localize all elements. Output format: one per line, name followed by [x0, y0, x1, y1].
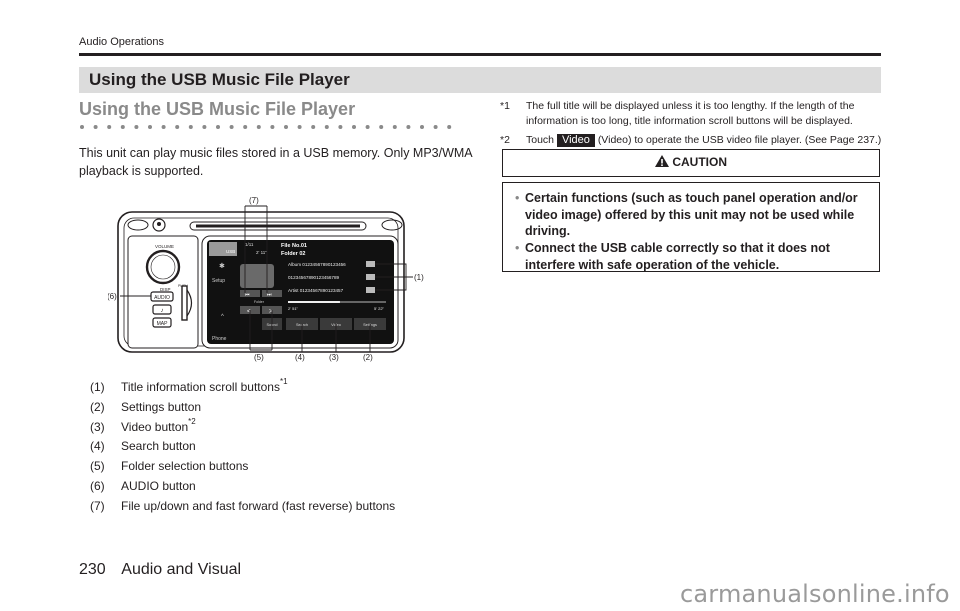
section-title-bar: Using the USB Music File Player	[79, 67, 881, 93]
svg-text:1/11: 1/11	[245, 242, 254, 247]
volume-label: VOLUME	[155, 244, 174, 249]
svg-text:DISP: DISP	[160, 287, 171, 292]
head-unit-illustration: VOLUME PUSH DISP AUDIO ♪ MAP USB ✱ Setup…	[108, 196, 424, 362]
divider-dot	[270, 125, 275, 129]
footer-section: Audio and Visual	[121, 561, 242, 578]
svg-text:⏭: ⏭	[267, 292, 272, 298]
svg-text:MAP: MAP	[157, 321, 169, 327]
svg-text:File No.01: File No.01	[281, 243, 307, 249]
bullet-icon: •	[515, 241, 520, 256]
running-head: Audio Operations	[79, 36, 164, 48]
svg-text:2' 51": 2' 51"	[288, 306, 299, 311]
source-usb-label: USB	[226, 249, 235, 254]
divider-dot	[148, 125, 152, 129]
video-chip: Video	[556, 134, 595, 147]
caution-box: • Certain functions (such as touch panel …	[502, 182, 880, 272]
svg-text:01234567890123456789: 01234567890123456789	[288, 275, 340, 280]
divider-dot	[284, 125, 288, 129]
caution-item: • Certain functions (such as touch panel …	[515, 191, 858, 239]
callout-3: (3)	[329, 353, 339, 362]
divider-dot	[188, 125, 193, 129]
callout-7: (7)	[249, 196, 259, 205]
divider-dot	[352, 125, 356, 129]
divider-dot	[379, 125, 384, 129]
svg-text:Folder 02: Folder 02	[281, 251, 305, 257]
divider-dot	[216, 125, 220, 129]
sd-slot	[181, 285, 188, 321]
divider-dot	[324, 125, 329, 129]
bluetooth-icon: ✱	[219, 262, 225, 270]
divider-dot	[202, 125, 207, 129]
svg-text:♪: ♪	[161, 308, 164, 314]
progress-fill	[288, 301, 340, 303]
scroll-title-button	[366, 274, 375, 280]
caution-item: • Connect the USB cable correctly so that…	[515, 241, 830, 272]
divider-dot	[161, 125, 166, 129]
svg-text:2' 11": 2' 11"	[256, 250, 267, 255]
volume-knob	[145, 249, 181, 285]
divider-dot	[134, 125, 139, 129]
footnote-1: *1 The full title will be displayed unles…	[500, 100, 855, 127]
svg-text:Setup: Setup	[212, 278, 225, 284]
warning-icon	[654, 155, 669, 167]
subheading: Using the USB Music File Player	[79, 99, 356, 119]
footnote-2: *2 Touch Video (Video) to operate the USB…	[500, 134, 882, 147]
svg-text:AUDIO: AUDIO	[154, 295, 170, 301]
divider-dot	[420, 125, 424, 129]
svg-text:Folder: Folder	[254, 300, 265, 304]
watermark: carmanualsonline.info	[680, 580, 950, 608]
divider-dot	[80, 125, 84, 129]
divider-dot	[338, 125, 343, 129]
caution-title: CAUTION	[672, 155, 727, 169]
dotted-divider	[80, 125, 452, 129]
file-up-button	[262, 290, 282, 297]
callout-5: (5)	[254, 353, 264, 362]
divider-dot	[107, 125, 112, 129]
divider-dot	[406, 125, 411, 129]
header-rule	[79, 53, 881, 56]
callout-4: (4)	[295, 353, 305, 362]
divider-dot	[392, 125, 397, 129]
bullet-icon: •	[515, 191, 520, 205]
svg-text:⏮: ⏮	[245, 292, 250, 298]
divider-dot	[93, 125, 98, 129]
divider-dot	[256, 125, 261, 129]
section-title: Using the USB Music File Player	[89, 70, 350, 89]
file-down-button	[240, 290, 260, 297]
divider-dot	[311, 125, 316, 129]
footnotes: *1 The full title will be displayed unles…	[500, 99, 890, 148]
divider-dot	[175, 125, 180, 129]
divider-dot	[120, 125, 125, 129]
divider-dot	[433, 125, 438, 129]
scroll-album-button	[366, 261, 375, 267]
caution-header: CAUTION	[502, 149, 880, 177]
divider-dot	[447, 125, 452, 129]
scroll-up-icon: ^	[221, 314, 224, 320]
page-footer: 230 Audio and Visual	[79, 561, 241, 579]
divider-dot	[229, 125, 234, 129]
svg-text:Phone: Phone	[212, 336, 227, 342]
svg-text:Album 01234567890123456: Album 01234567890123456	[288, 262, 346, 267]
svg-text:5' 22": 5' 22"	[374, 306, 385, 311]
divider-dot	[243, 125, 248, 129]
callout-1: (1)	[414, 273, 424, 282]
svg-text:Artist 01234567890123457: Artist 01234567890123457	[288, 288, 344, 293]
divider-dot	[297, 125, 302, 129]
callout-6: (6)	[108, 292, 117, 301]
scroll-artist-button	[366, 287, 375, 293]
intro-paragraph: This unit can play music files stored in…	[79, 146, 472, 178]
page-number: 230	[79, 561, 106, 578]
callout-2: (2)	[363, 353, 373, 362]
divider-dot	[365, 125, 370, 129]
